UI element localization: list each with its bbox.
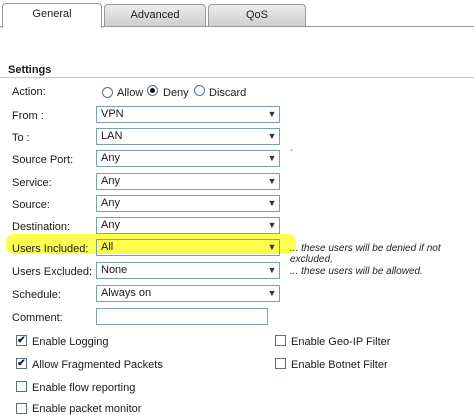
section-divider [0, 77, 474, 78]
users-included-label: Users Included: [12, 243, 89, 255]
source-port-label: Source Port: [12, 154, 74, 166]
action-allow-label: Allow [117, 87, 144, 99]
chevron-down-icon: ▼ [267, 265, 277, 275]
from-select[interactable]: VPN ▼ [96, 106, 280, 123]
service-select[interactable]: Any ▼ [96, 173, 280, 190]
destination-select[interactable]: Any ▼ [96, 217, 280, 234]
allow-fragmented-label: Allow Fragmented Packets [32, 359, 163, 371]
action-allow-radio[interactable] [102, 87, 113, 98]
action-discard-radio[interactable] [194, 85, 205, 96]
from-label: From : [12, 110, 44, 122]
geo-ip-checkbox[interactable] [275, 335, 286, 346]
cursor-mark-icon: ´ [290, 149, 294, 160]
users-included-value: All [101, 241, 114, 253]
users-included-select[interactable]: All ▼ [96, 239, 280, 256]
tab-advanced[interactable]: Advanced [104, 4, 206, 26]
chevron-down-icon: ▼ [267, 242, 277, 252]
destination-value: Any [101, 219, 120, 231]
enable-logging-checkbox[interactable]: ✔ [16, 335, 27, 346]
users-excluded-label: Users Excluded: [12, 266, 93, 278]
comment-input[interactable] [96, 308, 268, 325]
schedule-value: Always on [101, 287, 152, 299]
chevron-down-icon: ▼ [267, 198, 277, 208]
users-excluded-value: None [101, 264, 128, 276]
action-label: Action: [12, 86, 46, 98]
users-included-note: ... these users will be denied if not ex… [290, 243, 441, 265]
destination-label: Destination: [12, 221, 71, 233]
users-excluded-note: ... these users will be allowed. [290, 266, 423, 277]
botnet-label: Enable Botnet Filter [291, 359, 388, 371]
service-value: Any [101, 175, 120, 187]
service-label: Service: [12, 177, 52, 189]
chevron-down-icon: ▼ [267, 176, 277, 186]
source-port-select[interactable]: Any ▼ [96, 150, 280, 167]
packet-monitor-checkbox[interactable] [16, 403, 27, 414]
flow-reporting-checkbox[interactable] [16, 381, 27, 392]
tab-bar: General Advanced QoS [0, 0, 474, 28]
chevron-down-icon: ▼ [267, 153, 277, 163]
source-select[interactable]: Any ▼ [96, 195, 280, 212]
to-select[interactable]: LAN ▼ [96, 128, 280, 145]
action-deny-label: Deny [163, 87, 189, 99]
action-discard-label: Discard [209, 87, 247, 99]
schedule-label: Schedule: [12, 289, 61, 301]
packet-monitor-label: Enable packet monitor [32, 403, 142, 415]
tab-qos[interactable]: QoS [208, 4, 306, 26]
allow-fragmented-checkbox[interactable]: ✔ [16, 358, 27, 369]
check-icon: ✔ [17, 358, 26, 369]
source-value: Any [101, 197, 120, 209]
schedule-select[interactable]: Always on ▼ [96, 285, 280, 302]
source-port-value: Any [101, 152, 120, 164]
chevron-down-icon: ▼ [267, 288, 277, 298]
chevron-down-icon: ▼ [267, 131, 277, 141]
check-icon: ✔ [17, 335, 26, 346]
botnet-checkbox[interactable] [275, 358, 286, 369]
chevron-down-icon: ▼ [267, 109, 277, 119]
enable-logging-label: Enable Logging [32, 336, 109, 348]
from-value: VPN [101, 108, 124, 120]
to-label: To : [12, 132, 30, 144]
chevron-down-icon: ▼ [267, 220, 277, 230]
to-value: LAN [101, 130, 123, 142]
flow-reporting-label: Enable flow reporting [32, 382, 136, 394]
comment-label: Comment: [12, 312, 63, 324]
action-deny-radio[interactable] [147, 85, 158, 96]
users-excluded-select[interactable]: None ▼ [96, 262, 280, 279]
settings-title: Settings [8, 64, 52, 76]
tab-general[interactable]: General [2, 3, 102, 28]
source-label: Source: [12, 199, 50, 211]
geo-ip-label: Enable Geo-IP Filter [291, 336, 391, 348]
